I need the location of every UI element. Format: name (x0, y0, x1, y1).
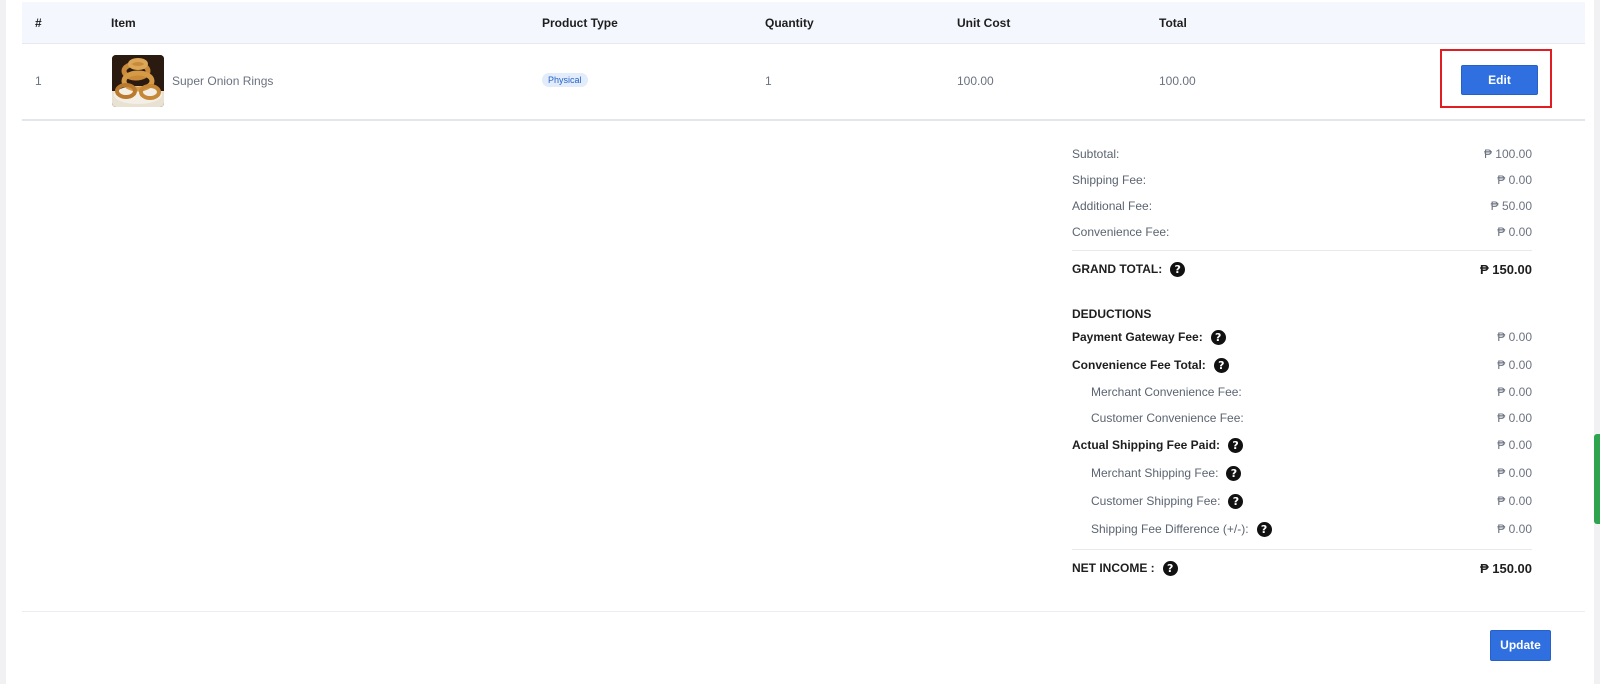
table-row: 1 Super Onion Rings Physical 1 100.00 10… (22, 44, 1585, 121)
shipping-fee-difference-label: Shipping Fee Difference (+/-): (1091, 522, 1249, 536)
net-income-row: NET INCOME :? ₱ 150.00 (1072, 561, 1532, 579)
grand-total-label-wrap: GRAND TOTAL:? (1072, 262, 1186, 278)
net-income-label-wrap: NET INCOME :? (1072, 561, 1178, 577)
shipping-fee-difference-label-wrap: Shipping Fee Difference (+/-):? (1091, 522, 1272, 538)
header-quantity: Quantity (765, 16, 814, 30)
shipping-fee-difference-value: ₱ 0.00 (1497, 522, 1532, 536)
header-item: Item (111, 16, 136, 30)
edit-button[interactable]: Edit (1461, 65, 1538, 95)
shipping-fee-label: Shipping Fee: (1072, 173, 1147, 187)
help-icon[interactable]: ? (1228, 494, 1244, 510)
customer-shipping-fee-label-wrap: Customer Shipping Fee:? (1091, 494, 1244, 510)
merchant-convenience-fee-label: Merchant Convenience Fee: (1091, 385, 1242, 399)
divider (1072, 549, 1532, 550)
merchant-shipping-fee-row: Merchant Shipping Fee:? ₱ 0.00 (1072, 466, 1532, 484)
help-icon[interactable]: ? (1162, 561, 1178, 577)
update-button[interactable]: Update (1490, 630, 1551, 661)
shipping-fee-difference-row: Shipping Fee Difference (+/-):? ₱ 0.00 (1072, 522, 1532, 540)
convenience-fee-row: Convenience Fee: ₱ 0.00 (1072, 225, 1532, 243)
help-icon[interactable]: ? (1256, 522, 1272, 538)
subtotal-label: Subtotal: (1072, 147, 1120, 161)
net-income-label: NET INCOME : (1072, 561, 1155, 575)
row-total: 100.00 (1159, 74, 1196, 88)
convenience-fee-value: ₱ 0.00 (1497, 225, 1532, 239)
help-icon[interactable]: ? (1228, 438, 1244, 454)
footer-divider (22, 611, 1585, 612)
additional-fee-row: Additional Fee: ₱ 50.00 (1072, 199, 1532, 217)
payment-gateway-fee-label: Payment Gateway Fee: (1072, 330, 1203, 344)
convenience-fee-total-value: ₱ 0.00 (1497, 358, 1532, 372)
actual-shipping-fee-paid-label: Actual Shipping Fee Paid: (1072, 438, 1221, 452)
subtotal-value: ₱ 100.00 (1483, 147, 1532, 161)
convenience-fee-total-label: Convenience Fee Total: (1072, 358, 1206, 372)
actual-shipping-fee-paid-label-wrap: Actual Shipping Fee Paid:? (1072, 438, 1244, 454)
customer-convenience-fee-row: Customer Convenience Fee: ₱ 0.00 (1072, 411, 1532, 429)
deductions-title: DEDUCTIONS (1072, 307, 1152, 321)
table-header: # Item Product Type Quantity Unit Cost T… (22, 2, 1585, 44)
payment-gateway-fee-value: ₱ 0.00 (1497, 330, 1532, 344)
right-scrollbar-track[interactable] (1594, 0, 1600, 684)
net-income-value: ₱ 150.00 (1479, 561, 1532, 576)
grand-total-value: ₱ 150.00 (1479, 262, 1532, 277)
header-index: # (35, 16, 42, 30)
merchant-convenience-fee-row: Merchant Convenience Fee: ₱ 0.00 (1072, 385, 1532, 403)
customer-shipping-fee-row: Customer Shipping Fee:? ₱ 0.00 (1072, 494, 1532, 512)
merchant-shipping-fee-value: ₱ 0.00 (1497, 466, 1532, 480)
product-type-badge: Physical (542, 73, 588, 87)
divider (1072, 250, 1532, 251)
shipping-fee-value: ₱ 0.00 (1497, 173, 1532, 187)
help-icon[interactable]: ? (1226, 466, 1242, 482)
actual-shipping-fee-paid-value: ₱ 0.00 (1497, 438, 1532, 452)
row-index: 1 (35, 74, 42, 88)
convenience-fee-total-label-wrap: Convenience Fee Total:? (1072, 358, 1229, 374)
side-feedback-tab[interactable] (1594, 434, 1600, 524)
convenience-fee-label: Convenience Fee: (1072, 225, 1170, 239)
shipping-fee-row: Shipping Fee: ₱ 0.00 (1072, 173, 1532, 191)
help-icon[interactable]: ? (1210, 330, 1226, 346)
additional-fee-label: Additional Fee: (1072, 199, 1153, 213)
customer-shipping-fee-label: Customer Shipping Fee: (1091, 494, 1221, 508)
actual-shipping-fee-paid-row: Actual Shipping Fee Paid:? ₱ 0.00 (1072, 438, 1532, 456)
merchant-convenience-fee-value: ₱ 0.00 (1497, 385, 1532, 399)
payment-gateway-fee-row: Payment Gateway Fee:? ₱ 0.00 (1072, 330, 1532, 348)
left-rail (0, 0, 6, 684)
additional-fee-value: ₱ 50.00 (1490, 199, 1532, 213)
customer-shipping-fee-value: ₱ 0.00 (1497, 494, 1532, 508)
customer-convenience-fee-value: ₱ 0.00 (1497, 411, 1532, 425)
grand-total-label: GRAND TOTAL: (1072, 262, 1163, 276)
row-unit-cost: 100.00 (957, 74, 994, 88)
header-product-type: Product Type (542, 16, 618, 30)
subtotal-row: Subtotal: ₱ 100.00 (1072, 147, 1532, 165)
product-thumbnail (112, 55, 164, 107)
convenience-fee-total-row: Convenience Fee Total:? ₱ 0.00 (1072, 358, 1532, 376)
customer-convenience-fee-label: Customer Convenience Fee: (1091, 411, 1244, 425)
header-unit-cost: Unit Cost (957, 16, 1011, 30)
item-name: Super Onion Rings (172, 74, 274, 88)
header-total: Total (1159, 16, 1187, 30)
payment-gateway-fee-label-wrap: Payment Gateway Fee:? (1072, 330, 1226, 346)
row-quantity: 1 (765, 74, 772, 88)
grand-total-row: GRAND TOTAL:? ₱ 150.00 (1072, 262, 1532, 280)
merchant-shipping-fee-label: Merchant Shipping Fee: (1091, 466, 1219, 480)
order-items-card: # Item Product Type Quantity Unit Cost T… (22, 0, 1585, 684)
help-icon[interactable]: ? (1170, 262, 1186, 278)
help-icon[interactable]: ? (1213, 358, 1229, 374)
merchant-shipping-fee-label-wrap: Merchant Shipping Fee:? (1091, 466, 1242, 482)
onion-rings-image (112, 55, 164, 107)
